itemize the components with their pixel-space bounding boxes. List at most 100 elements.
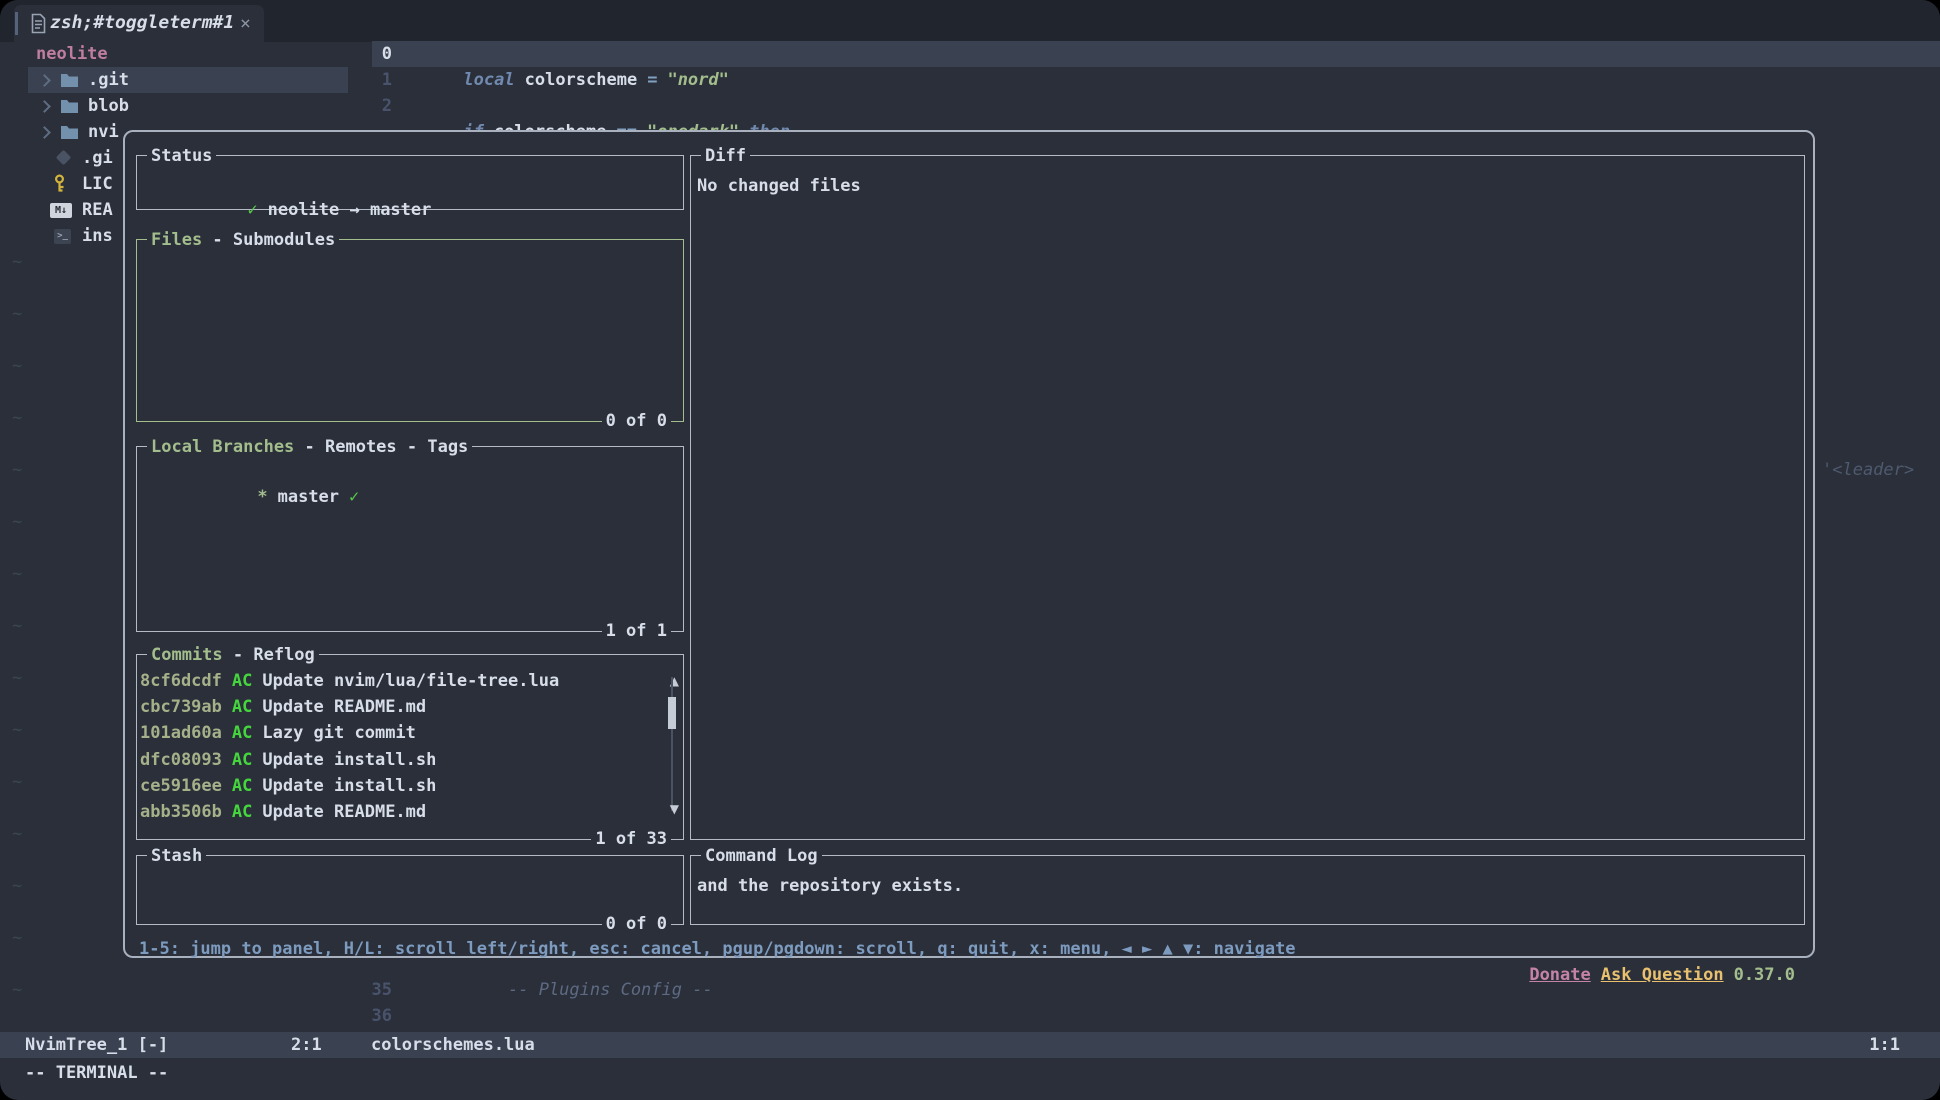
status-text: neolite → master: [268, 200, 432, 220]
current-branch-star: *: [257, 487, 267, 507]
screen: zsh;#toggleterm#1 × neolite .git blob: [0, 0, 1940, 1100]
stash-panel[interactable]: Stash 0 of 0: [136, 855, 684, 925]
commit-author-tag: AC: [232, 671, 252, 691]
check-icon: ✓: [247, 200, 257, 220]
statusline: NvimTree_1 [-] 2:1 colorschemes.lua 1:1: [0, 1032, 1940, 1058]
tree-item-label: LIC: [82, 171, 113, 197]
statusline-filename: colorschemes.lua: [371, 1032, 535, 1058]
file-icon: [30, 13, 47, 34]
line-number: 35: [352, 977, 392, 1003]
statusline-tree-position: 2:1: [291, 1032, 322, 1058]
commit-row[interactable]: abb3506b AC Update README.md: [140, 799, 683, 825]
stash-panel-title: Stash: [147, 843, 206, 869]
line-number: 0: [352, 41, 392, 67]
branches-title-rest: - Remotes - Tags: [294, 437, 468, 457]
line-number: 36: [352, 1003, 392, 1029]
leader-marker: '<leader>: [1822, 457, 1914, 483]
ask-question-link[interactable]: Ask Question: [1601, 965, 1724, 985]
files-title-rest: - Submodules: [202, 230, 335, 250]
lazygit-footer-links: Donate Ask Question 0.37.0: [1447, 936, 1795, 1014]
line-number: 1: [352, 67, 392, 93]
commit-row[interactable]: 101ad60a AC Lazy git commit: [140, 720, 683, 746]
status-panel[interactable]: Status ✓neolite → master: [136, 155, 684, 210]
empty-buffer-tildes: ~ ~ ~ ~ ~ ~ ~ ~ ~ ~ ~ ~ ~ ~ ~: [12, 236, 22, 1016]
folder-icon: [60, 125, 79, 140]
command-log-content: and the repository exists.: [697, 873, 1804, 899]
tab-accent-bar: [15, 12, 18, 35]
check-icon: ✓: [349, 487, 359, 507]
tree-item-git[interactable]: .git: [28, 67, 348, 93]
scrollbar-thumb[interactable]: [668, 697, 676, 729]
commit-hash: 101ad60a: [140, 723, 222, 743]
chevron-right-icon: [38, 74, 51, 87]
folder-icon: [60, 73, 79, 88]
git-file-icon: [56, 150, 72, 166]
branch-name: master: [278, 487, 339, 507]
terminal-tab[interactable]: zsh;#toggleterm#1 ×: [14, 5, 264, 42]
commit-message: Update nvim/lua/file-tree.lua: [262, 671, 559, 691]
tree-item-blob[interactable]: blob: [0, 93, 355, 119]
commit-row[interactable]: 8cf6dcdf AC Update nvim/lua/file-tree.lua: [140, 668, 683, 694]
status-panel-title: Status: [147, 143, 216, 169]
commits-title-rest: - Reflog: [223, 645, 315, 665]
folder-icon: [60, 99, 79, 114]
markdown-icon: M↓: [50, 203, 72, 218]
tab-title: zsh;#toggleterm#1: [50, 10, 234, 36]
key-icon: [52, 174, 67, 194]
diff-panel-title: Diff: [701, 143, 750, 169]
commit-message: Lazy git commit: [262, 723, 416, 743]
branches-panel-title: Local Branches - Remotes - Tags: [147, 434, 472, 460]
branches-counter: 1 of 1: [602, 618, 671, 644]
branches-title-active: Local Branches: [151, 437, 294, 457]
commit-author-tag: AC: [232, 802, 252, 822]
commits-panel[interactable]: Commits - Reflog 8cf6dcdfACUpdate nvim/l…: [136, 654, 684, 840]
command-log-panel[interactable]: Command Log and the repository exists.: [690, 855, 1805, 925]
string-token: "nord": [667, 70, 728, 90]
tree-root[interactable]: neolite: [0, 41, 355, 67]
tree-item-label: blob: [88, 93, 129, 119]
commit-message: Update install.sh: [262, 776, 436, 796]
shell-script-icon: >_: [54, 229, 71, 244]
commit-hash: abb3506b: [140, 802, 222, 822]
commit-author-tag: AC: [232, 723, 252, 743]
files-panel[interactable]: Files - Submodules 0 of 0: [136, 239, 684, 422]
branches-panel[interactable]: Local Branches - Remotes - Tags *master✓…: [136, 446, 684, 632]
commit-message: Update README.md: [262, 802, 426, 822]
commit-author-tag: AC: [232, 697, 252, 717]
scroll-down-icon[interactable]: ▼: [670, 801, 679, 817]
tree-item-label: .git: [88, 67, 129, 93]
files-panel-title: Files - Submodules: [147, 227, 339, 253]
commit-hash: ce5916ee: [140, 776, 222, 796]
commits-counter: 1 of 33: [591, 826, 671, 852]
commit-hash: 8cf6dcdf: [140, 671, 222, 691]
tabline: zsh;#toggleterm#1 ×: [0, 0, 1940, 42]
diff-panel[interactable]: Diff No changed files: [690, 155, 1805, 840]
lazygit-window: Status ✓neolite → master Files - Submodu…: [123, 130, 1815, 958]
tree-root-label: neolite: [36, 41, 108, 67]
app-window: zsh;#toggleterm#1 × neolite .git blob: [0, 0, 1940, 1100]
tree-item-label: .gi: [82, 145, 113, 171]
stash-counter: 0 of 0: [602, 911, 671, 937]
commit-row[interactable]: cbc739ab AC Update README.md: [140, 694, 683, 720]
commit-message: Update install.sh: [262, 750, 436, 770]
branch-row[interactable]: * master ✓: [155, 458, 683, 536]
commits-title-active: Commits: [151, 645, 223, 665]
commits-panel-title: Commits - Reflog: [147, 642, 319, 668]
diff-content: No changed files: [697, 173, 1804, 199]
identifier-token: colorscheme: [525, 70, 638, 90]
keybindings-hint: 1-5: jump to panel, H/L: scroll left/rig…: [139, 936, 1296, 962]
commit-row[interactable]: dfc08093ACUpdate install.sh: [140, 747, 683, 773]
commit-author-tag: AC: [232, 776, 252, 796]
commit-message: Update README.md: [262, 697, 426, 717]
commit-hash: cbc739ab: [140, 697, 222, 717]
comment-token: -- Plugins Config --: [508, 977, 713, 1003]
operator-token: =: [647, 70, 657, 90]
donate-link[interactable]: Donate: [1529, 965, 1590, 985]
chevron-right-icon: [38, 100, 51, 113]
chevron-right-icon: [38, 126, 51, 139]
line-number: 2: [352, 93, 392, 119]
commit-row[interactable]: ce5916ee AC Update install.sh: [140, 773, 683, 799]
version-label: 0.37.0: [1734, 965, 1795, 985]
tab-close-icon[interactable]: ×: [240, 11, 251, 37]
commit-author-tag: AC: [232, 750, 252, 770]
